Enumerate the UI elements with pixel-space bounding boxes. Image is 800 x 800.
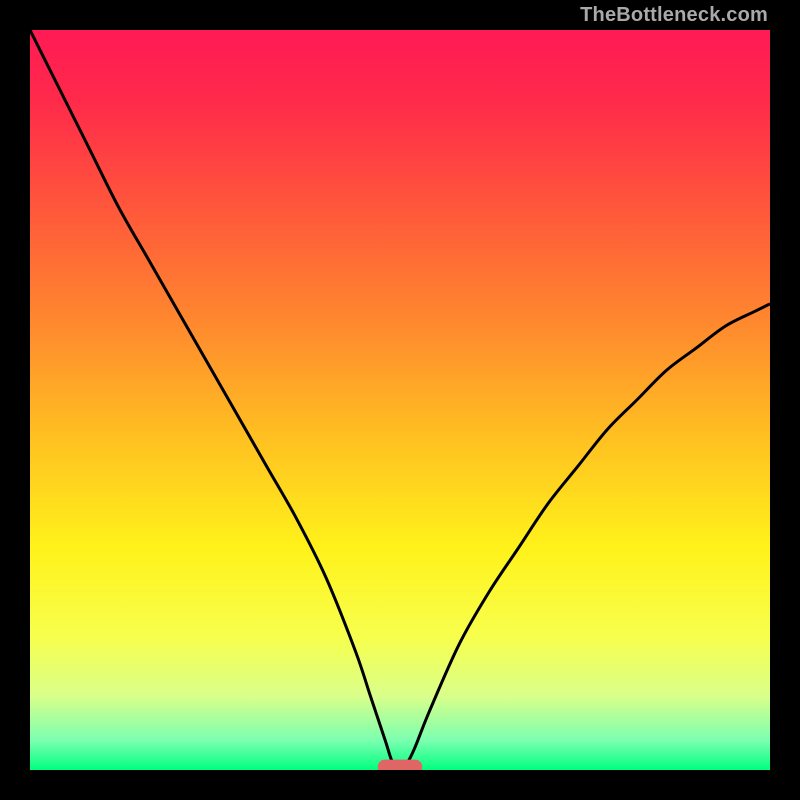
attribution-text: TheBottleneck.com: [580, 4, 768, 27]
optimum-marker: [378, 760, 422, 770]
bottleneck-chart: [30, 30, 770, 770]
chart-frame: TheBottleneck.com: [0, 0, 800, 800]
gradient-background: [30, 30, 770, 770]
plot-area: [30, 30, 770, 770]
